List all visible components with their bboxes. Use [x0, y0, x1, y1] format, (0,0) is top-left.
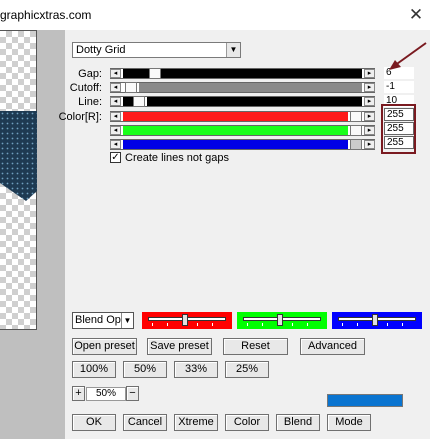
increment-icon[interactable]: ▸	[364, 97, 375, 106]
dotty-grid-preview	[0, 111, 37, 201]
increment-icon[interactable]: ▸	[364, 69, 375, 78]
reset-button[interactable]: Reset	[223, 338, 288, 355]
blue-value[interactable]: 255	[384, 136, 414, 149]
green-slider[interactable]: ◂ ▸	[110, 125, 375, 136]
blue-mini-slider[interactable]	[332, 312, 422, 329]
decrement-icon[interactable]: ◂	[110, 126, 121, 135]
filter-select-value: Dotty Grid	[76, 44, 126, 56]
zoom-out-button[interactable]: −	[126, 386, 139, 401]
mode-button[interactable]: Mode	[327, 414, 371, 431]
preview-canvas	[0, 30, 37, 330]
title-bar: graphicxtras.com ✕	[0, 0, 430, 30]
filter-select[interactable]: Dotty Grid ▼	[72, 42, 241, 58]
increment-icon[interactable]: ▸	[364, 83, 375, 92]
window-title: graphicxtras.com	[0, 8, 92, 22]
cutoff-value[interactable]: -1	[384, 81, 414, 93]
red-mini-slider[interactable]	[142, 312, 232, 329]
create-lines-label: Create lines not gaps	[125, 152, 229, 164]
zoom-100-button[interactable]: 100%	[72, 361, 116, 378]
color-button[interactable]: Color	[225, 414, 269, 431]
chevron-down-icon: ▼	[226, 43, 240, 57]
cutoff-label: Cutoff:	[69, 82, 102, 94]
line-slider[interactable]: ◂ ▸	[110, 96, 375, 107]
xtreme-button[interactable]: Xtreme	[174, 414, 218, 431]
gap-label: Gap:	[78, 68, 102, 80]
increment-icon[interactable]: ▸	[364, 140, 375, 149]
zoom-33-button[interactable]: 33%	[174, 361, 218, 378]
blue-slider[interactable]: ◂ ▸	[110, 139, 375, 150]
zoom-value[interactable]: 50%	[86, 387, 126, 401]
cancel-button[interactable]: Cancel	[123, 414, 167, 431]
red-value[interactable]: 255	[384, 108, 414, 121]
close-icon[interactable]: ✕	[405, 4, 427, 26]
green-mini-slider[interactable]	[237, 312, 327, 329]
blend-button[interactable]: Blend	[276, 414, 320, 431]
color-r-label: Color[R]:	[58, 111, 102, 123]
chevron-down-icon: ▼	[121, 313, 133, 328]
decrement-icon[interactable]: ◂	[110, 112, 121, 121]
ok-button[interactable]: OK	[72, 414, 116, 431]
gap-slider[interactable]: ◂ ▸	[110, 68, 375, 79]
zoom-in-button[interactable]: +	[72, 386, 85, 401]
color-swatch[interactable]	[327, 394, 403, 407]
decrement-icon[interactable]: ◂	[110, 140, 121, 149]
annotation-arrow-icon	[389, 42, 427, 70]
decrement-icon[interactable]: ◂	[110, 83, 121, 92]
line-label: Line:	[78, 96, 102, 108]
zoom-25-button[interactable]: 25%	[225, 361, 269, 378]
green-value[interactable]: 255	[384, 122, 414, 135]
advanced-button[interactable]: Advanced	[300, 338, 365, 355]
open-preset-button[interactable]: Open preset	[72, 338, 137, 355]
blend-options-select[interactable]: Blend Optio ▼	[72, 312, 134, 329]
decrement-icon[interactable]: ◂	[110, 97, 121, 106]
zoom-50-button[interactable]: 50%	[123, 361, 167, 378]
save-preset-button[interactable]: Save preset	[147, 338, 212, 355]
increment-icon[interactable]: ▸	[364, 112, 375, 121]
increment-icon[interactable]: ▸	[364, 126, 375, 135]
red-slider[interactable]: ◂ ▸	[110, 111, 375, 122]
decrement-icon[interactable]: ◂	[110, 69, 121, 78]
create-lines-checkbox[interactable]: ✓	[110, 152, 121, 163]
cutoff-slider[interactable]: ◂ ▸	[110, 82, 375, 93]
